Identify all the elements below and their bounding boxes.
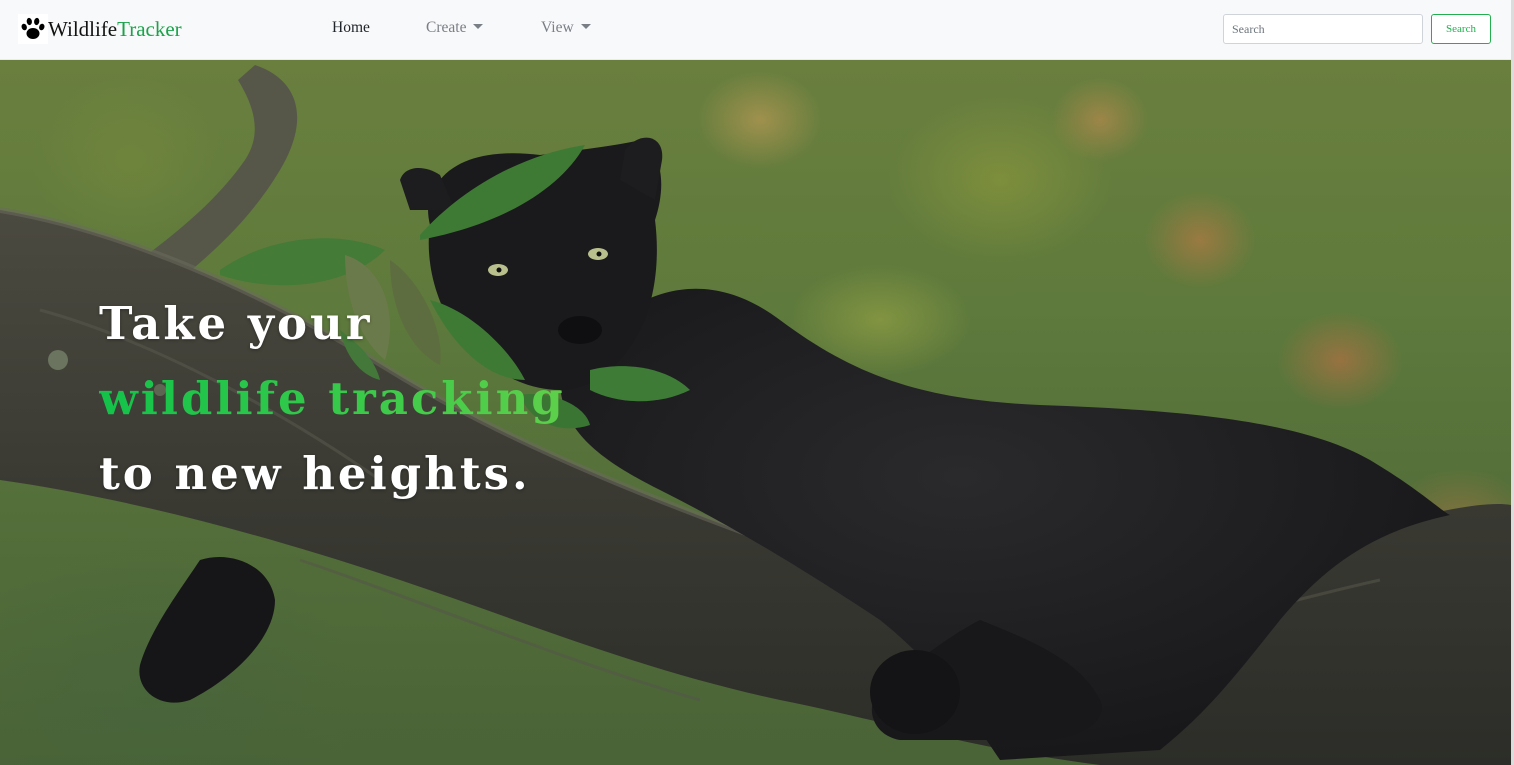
search-button[interactable]: Search <box>1431 14 1491 44</box>
nav-home-link[interactable]: Home <box>332 19 370 37</box>
search-input[interactable] <box>1223 14 1423 44</box>
hero-section: Take your wildlife tracking to new heigh… <box>0 60 1511 765</box>
nav-view-label: View <box>541 19 574 36</box>
brand-name: WildlifeTracker <box>48 17 182 42</box>
chevron-down-icon <box>580 24 591 29</box>
brand-link[interactable]: WildlifeTracker <box>18 14 182 44</box>
navbar: WildlifeTracker Home Create View Search <box>0 0 1512 60</box>
nav-view-dropdown[interactable]: View <box>541 19 591 37</box>
hero-line-3: to new heights. <box>99 447 531 500</box>
chevron-down-icon <box>473 24 484 29</box>
paw-icon <box>18 14 48 44</box>
nav-create-dropdown[interactable]: Create <box>426 19 484 37</box>
brand-name-part2: Tracker <box>117 16 182 41</box>
brand-name-part1: Wildlife <box>48 16 118 41</box>
hero-line-1: Take your <box>99 297 373 350</box>
hero-heading: Take your wildlife tracking to new heigh… <box>99 286 566 511</box>
nav-create-label: Create <box>426 19 467 36</box>
hero-line-2-accent: wildlife tracking <box>99 361 566 436</box>
